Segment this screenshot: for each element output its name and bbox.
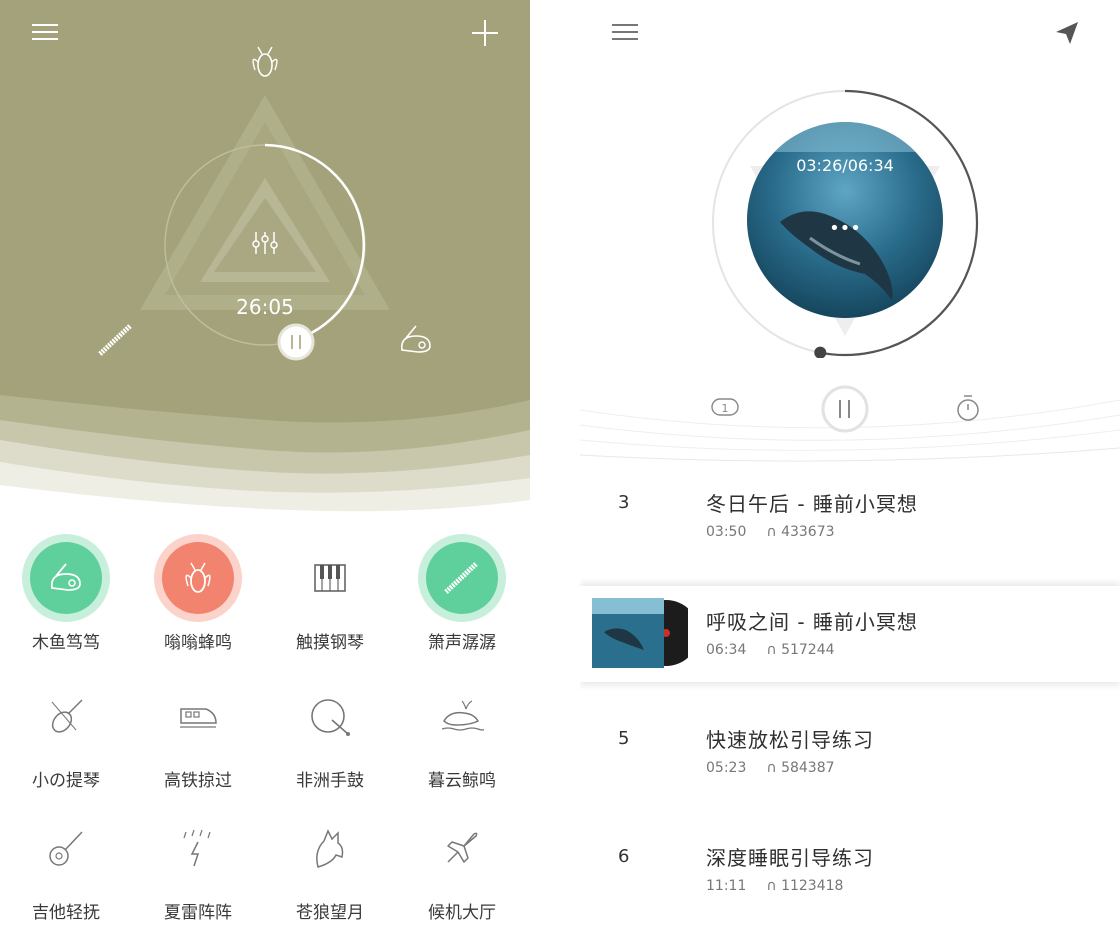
guitar-icon: [30, 812, 102, 884]
track-duration: 11:11: [706, 878, 747, 894]
track-number: 6: [618, 846, 630, 867]
track-duration: 06:34: [706, 642, 747, 658]
hero-panel: 26:05: [0, 0, 530, 520]
headphone-icon: ∩: [766, 878, 777, 894]
track-plays: 517244: [781, 642, 835, 658]
plus-icon[interactable]: [470, 18, 500, 48]
sound-item[interactable]: 箫声潺潺: [396, 542, 528, 653]
headphone-icon: ∩: [766, 524, 777, 540]
playback-progress-knob[interactable]: [814, 346, 827, 359]
sound-item[interactable]: 触摸钢琴: [264, 542, 396, 653]
track-plays: 1123418: [781, 878, 844, 894]
track-title: 深度睡眠引导练习: [706, 846, 874, 870]
timer-display: 26:05: [236, 295, 294, 319]
sound-item[interactable]: 暮云鲸鸣: [396, 680, 528, 791]
sound-item[interactable]: 夏雷阵阵: [132, 812, 264, 923]
violin-icon: [30, 680, 102, 752]
track-duration: 05:23: [706, 760, 747, 776]
playback-time: 03:26/06:34: [796, 156, 894, 175]
track-title: 冬日午后 - 睡前小冥想: [706, 492, 918, 516]
menu-icon[interactable]: [32, 22, 60, 42]
player-disc[interactable]: ••• 03:26/06:34: [710, 88, 980, 359]
sound-item[interactable]: 苍狼望月: [264, 812, 396, 923]
sound-label: 小の提琴: [32, 771, 100, 791]
sound-label: 嗡嗡蜂鸣: [164, 633, 232, 653]
timer-icon[interactable]: [954, 392, 982, 424]
flute-icon[interactable]: [96, 320, 136, 360]
track-meta: 03:50 ∩ 433673: [706, 524, 835, 540]
sound-item[interactable]: 非洲手鼓: [264, 680, 396, 791]
piano-icon: [294, 542, 366, 614]
track-item[interactable]: 6 深度睡眠引导练习 11:11 ∩ 1123418: [580, 824, 1120, 942]
woodfish-icon[interactable]: [396, 322, 436, 358]
pause-button[interactable]: [277, 323, 315, 361]
sound-label: 苍狼望月: [296, 903, 364, 923]
sound-label: 夏雷阵阵: [164, 903, 232, 923]
track-title: 快速放松引导练习: [706, 728, 874, 752]
sound-item[interactable]: 吉他轻抚: [0, 812, 132, 923]
track-duration: 03:50: [706, 524, 747, 540]
sound-label: 箫声潺潺: [428, 633, 496, 653]
sound-label: 高铁掠过: [164, 771, 232, 791]
train-icon: [162, 680, 234, 752]
sound-item[interactable]: 候机大厅: [396, 812, 528, 923]
wolf-icon: [294, 812, 366, 884]
track-meta: 05:23 ∩ 584387: [706, 760, 835, 776]
sound-label: 木鱼笃笃: [32, 633, 100, 653]
sound-label: 吉他轻抚: [32, 903, 100, 923]
track-title: 呼吸之间 - 睡前小冥想: [706, 610, 918, 634]
thunder-icon: [162, 812, 234, 884]
sound-item[interactable]: 木鱼笃笃: [0, 542, 132, 653]
track-item[interactable]: 3 冬日午后 - 睡前小冥想 03:50 ∩ 433673: [580, 470, 1120, 588]
track-plays: 433673: [781, 524, 835, 540]
sound-item[interactable]: 小の提琴: [0, 680, 132, 791]
track-number: 3: [618, 492, 630, 513]
sound-label: 非洲手鼓: [296, 771, 364, 791]
sound-label: 候机大厅: [428, 903, 496, 923]
track-item[interactable]: 5 快速放松引导练习 05:23 ∩ 584387: [580, 706, 1120, 824]
track-meta: 11:11 ∩ 1123418: [706, 878, 843, 894]
pause-button[interactable]: [820, 384, 870, 434]
woodfish-icon: [30, 542, 102, 614]
airplane-icon: [426, 812, 498, 884]
sound-label: 暮云鲸鸣: [428, 771, 496, 791]
whale-icon: [426, 680, 498, 752]
bee-icon: [162, 542, 234, 614]
svg-text:•••: •••: [829, 218, 861, 239]
svg-text:1: 1: [722, 402, 729, 415]
sound-item[interactable]: 高铁掠过: [132, 680, 264, 791]
headphone-icon: ∩: [766, 642, 777, 658]
track-number: 5: [618, 728, 630, 749]
track-cover-thumbnail: [592, 598, 688, 668]
track-plays: 584387: [781, 760, 835, 776]
headphone-icon: ∩: [766, 760, 777, 776]
sound-mixer-screen: 26:05 木鱼笃笃 嗡嗡蜂鸣 触摸钢琴 箫声潺潺 小の提琴 高铁掠过 非洲手鼓…: [0, 0, 530, 944]
track-meta: 06:34 ∩ 517244: [706, 642, 835, 658]
drum-icon: [294, 680, 366, 752]
sound-item[interactable]: 嗡嗡蜂鸣: [132, 542, 264, 653]
sound-label: 触摸钢琴: [296, 633, 364, 653]
meditation-player-screen: ••• 03:26/06:34 1 3 冬日午后 - 睡前小冥想 03:50 ∩ …: [580, 0, 1120, 944]
sliders-icon[interactable]: [250, 230, 280, 256]
repeat-one-icon[interactable]: 1: [710, 394, 742, 422]
send-icon[interactable]: [1054, 20, 1080, 46]
flute-icon: [426, 542, 498, 614]
menu-icon[interactable]: [612, 22, 640, 42]
track-item-active[interactable]: 呼吸之间 - 睡前小冥想 06:34 ∩ 517244: [580, 586, 1120, 682]
bee-icon[interactable]: [250, 44, 280, 80]
